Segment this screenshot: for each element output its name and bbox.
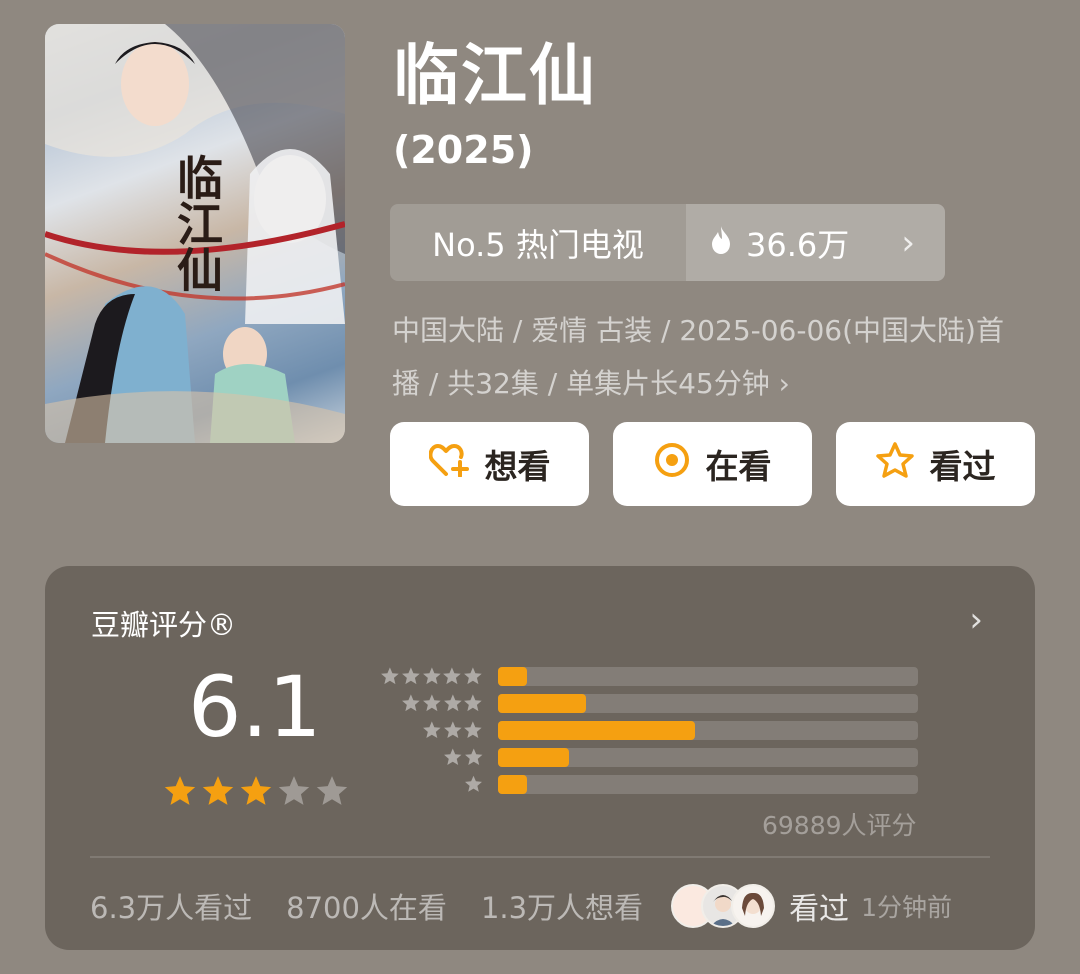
star-filled-icon [163, 774, 197, 812]
watching-label: 在看 [705, 447, 772, 486]
watched-label: 看过 [929, 447, 996, 486]
release-year: (2025) [393, 128, 534, 172]
page-title: 临江仙 [393, 37, 597, 114]
poster-image[interactable]: 临江仙 [45, 24, 345, 443]
action-buttons: 想看 在看 看过 [390, 422, 1035, 506]
target-icon [654, 442, 690, 486]
bar-stars-icon [401, 693, 483, 713]
rating-bar-3-star [375, 720, 920, 740]
bar-track [498, 667, 918, 686]
star-filled-icon [201, 774, 235, 812]
friend-avatars[interactable] [671, 884, 776, 928]
rating-title: 豆瓣评分® [91, 608, 237, 642]
divider [90, 856, 990, 858]
bar-stars-icon [422, 720, 483, 740]
bar-track [498, 721, 918, 740]
chevron-right-icon[interactable]: › [969, 600, 983, 640]
bar-stars-icon [464, 774, 483, 794]
rating-bar-5-star [375, 666, 920, 686]
bar-track [498, 748, 918, 767]
bar-fill [498, 667, 527, 686]
want-count[interactable]: 1.3万人想看 [481, 885, 643, 927]
star-empty-icon [315, 774, 349, 812]
rating-score: 6.1 [188, 658, 322, 756]
bar-fill [498, 775, 527, 794]
star-filled-icon [239, 774, 273, 812]
star-empty-icon [277, 774, 311, 812]
show-meta[interactable]: 中国大陆 / 爱情 古装 / 2025-06-06(中国大陆)首播 / 共32集… [392, 304, 1012, 410]
rating-stars [163, 774, 349, 812]
chevron-right-icon: › [901, 222, 915, 263]
bar-track [498, 694, 918, 713]
flame-icon [710, 224, 732, 262]
poster-title: 临江仙 [170, 154, 224, 292]
rating-card[interactable]: 豆瓣评分® › 6.1 69889人评分 6.3万人看过 8700人在看 1.3… [45, 566, 1035, 950]
watched-button[interactable]: 看过 [836, 422, 1035, 506]
rank-badge[interactable]: No.5 热门电视 36.6万 › [390, 204, 945, 281]
vote-count: 69889人评分 [762, 811, 917, 840]
rating-bar-2-star [375, 747, 920, 767]
star-outline-icon [875, 442, 914, 486]
bar-fill [498, 694, 586, 713]
watching-count[interactable]: 8700人在看 [286, 885, 447, 927]
watching-button[interactable]: 在看 [613, 422, 812, 506]
rank-label: No.5 热门电视 [390, 204, 686, 281]
rating-bar-1-star [375, 774, 920, 794]
avatar [731, 884, 776, 928]
bar-track [498, 775, 918, 794]
bar-stars-icon [380, 666, 483, 686]
bar-fill [498, 748, 569, 767]
heat-indicator[interactable]: 36.6万 › [686, 204, 945, 281]
want-to-watch-button[interactable]: 想看 [390, 422, 589, 506]
friend-seen-label: 看过 [789, 892, 850, 927]
heart-plus-icon [428, 443, 469, 485]
heat-value: 36.6万 [746, 225, 850, 264]
meta-chevron-icon: › [778, 367, 790, 400]
watched-count[interactable]: 6.3万人看过 [90, 885, 252, 927]
want-to-watch-label: 想看 [484, 447, 551, 486]
watch-stats: 6.3万人看过 8700人在看 1.3万人想看 看过 1分钟前 [90, 884, 952, 928]
meta-text: 中国大陆 / 爱情 古装 / 2025-06-06(中国大陆)首播 / 共32集… [392, 314, 1004, 400]
bar-fill [498, 721, 695, 740]
bar-stars-icon [443, 747, 483, 767]
friend-seen-time: 1分钟前 [861, 893, 952, 922]
rating-bar-4-star [375, 693, 920, 713]
